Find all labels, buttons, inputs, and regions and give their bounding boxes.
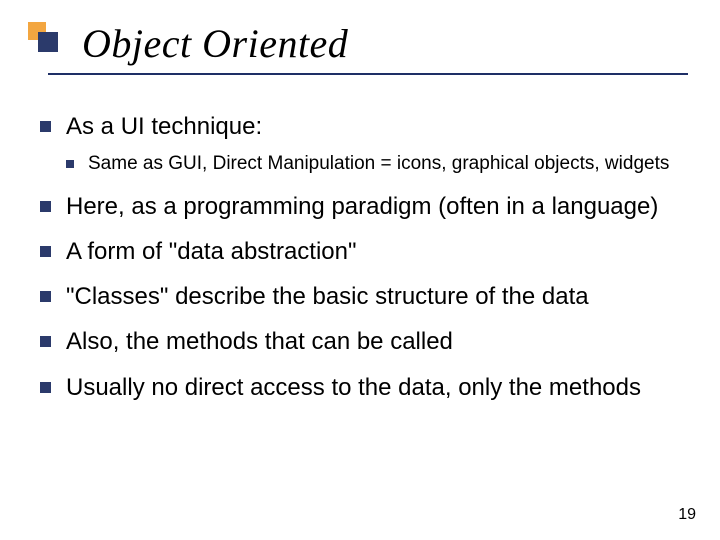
slide: Object Oriented As a UI technique: Same … (0, 0, 720, 540)
bullet-text: Usually no direct access to the data, on… (66, 374, 641, 401)
bullet-text: Here, as a programming paradigm (often i… (66, 193, 658, 220)
bullet-text: Same as GUI, Direct Manipulation = icons… (88, 153, 669, 174)
list-item: As a UI technique: Same as GUI, Direct M… (40, 111, 680, 177)
list-item: Same as GUI, Direct Manipulation = icons… (66, 152, 680, 177)
slide-title: Object Oriented (82, 20, 720, 67)
bullet-text: As a UI technique: (66, 113, 262, 140)
bullet-list-level1: As a UI technique: Same as GUI, Direct M… (40, 111, 680, 403)
bullet-text: A form of "data abstraction" (66, 238, 357, 265)
list-item: "Classes" describe the basic structure o… (40, 281, 680, 312)
title-area: Object Oriented (0, 0, 720, 93)
title-underline (48, 73, 688, 75)
page-number: 19 (678, 506, 696, 524)
bullet-text: "Classes" describe the basic structure o… (66, 283, 589, 310)
title-ornament (28, 22, 54, 48)
bullet-text: Also, the methods that can be called (66, 328, 453, 355)
square-icon (38, 32, 58, 52)
list-item: Here, as a programming paradigm (often i… (40, 191, 680, 222)
list-item: Also, the methods that can be called (40, 326, 680, 357)
list-item: Usually no direct access to the data, on… (40, 372, 680, 403)
bullet-list-level2: Same as GUI, Direct Manipulation = icons… (66, 152, 680, 177)
slide-content: As a UI technique: Same as GUI, Direct M… (0, 93, 720, 403)
list-item: A form of "data abstraction" (40, 236, 680, 267)
